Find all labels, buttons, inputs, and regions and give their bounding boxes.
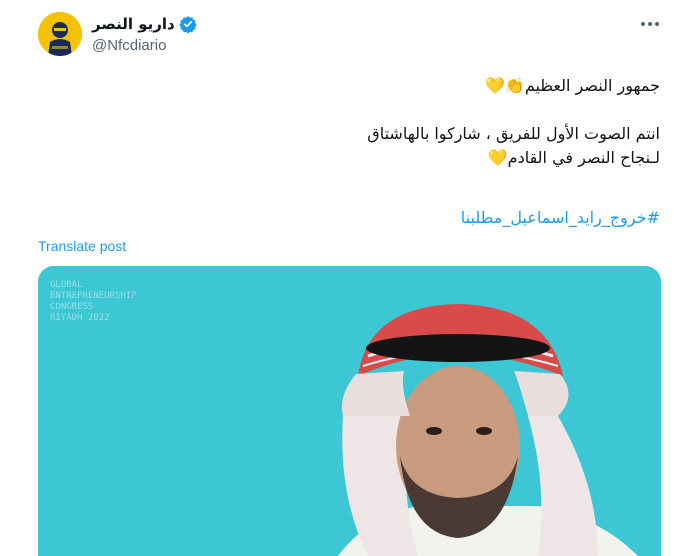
hashtag-link[interactable]: #خروج_رايد_اسماعيل_مطلبنا (40, 206, 660, 230)
avatar[interactable] (38, 12, 82, 56)
watermark-line: ENTREPRENEURSHIP (50, 291, 137, 301)
verified-badge-icon[interactable] (179, 15, 197, 34)
translate-post-link[interactable]: Translate post (38, 236, 126, 256)
watermark-line: GLOBAL (50, 280, 83, 290)
tweet: داريو النصر @Nfcdiario جمهور النصر العظي… (0, 0, 674, 556)
tweet-text-line-1: جمهور النصر العظيم👏💛 (484, 76, 660, 95)
media-watermark: GLOBAL ENTREPRENEURSHIP CONGRESS RIYADH … (50, 280, 137, 324)
author-block: داريو النصر @Nfcdiario (92, 14, 197, 56)
display-name[interactable]: داريو النصر (92, 14, 175, 34)
watermark-line: CONGRESS (50, 302, 94, 312)
watermark-line: RIYADH 2022 (50, 313, 110, 323)
tweet-text-line-2: انتم الصوت الأول للفريق ، شاركوا بالهاشت… (367, 124, 660, 143)
tweet-text-line-3: لـنجاح النصر في القادم💛 (487, 148, 660, 167)
more-options-icon[interactable] (636, 14, 664, 34)
tweet-media-image[interactable]: GLOBAL ENTREPRENEURSHIP CONGRESS RIYADH … (38, 266, 661, 556)
handle[interactable]: @Nfcdiario (92, 36, 197, 56)
